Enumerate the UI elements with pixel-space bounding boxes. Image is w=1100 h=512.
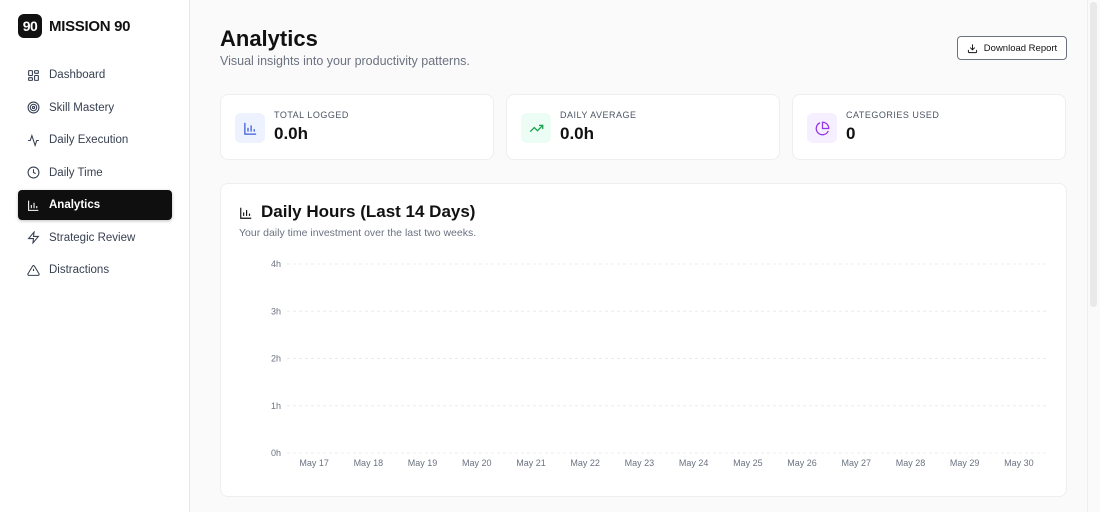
sidebar-item-label: Distractions	[49, 264, 110, 276]
sidebar-item-label: Daily Time	[49, 166, 103, 179]
x-tick-label: May 21	[516, 458, 546, 468]
y-tick-label: 4h	[271, 259, 281, 269]
sidebar-item-strategic-review[interactable]: Strategic Review	[18, 223, 172, 253]
y-tick-label: 0h	[271, 448, 281, 458]
stat-card-daily-average: DAILY AVERAGE 0.0h	[506, 94, 780, 160]
bar-chart-icon	[243, 122, 256, 135]
x-tick-label: May 28	[896, 458, 926, 468]
stat-icon-bg	[521, 113, 551, 143]
zap-icon	[27, 231, 40, 244]
daily-hours-chart: 0h 1h 2h 3h 4h May 17 May 18 May 19 May 20 May 21…	[271, 259, 1046, 468]
x-tick-label: May 25	[733, 458, 763, 468]
x-tick-label: May 17	[299, 458, 329, 468]
x-tick-label: May 27	[841, 458, 871, 468]
main-content: Analytics Visual insights into your prod…	[190, 0, 1087, 512]
brand-logo: 90	[18, 14, 42, 38]
chart-card-daily-hours: Daily Hours (Last 14 Days) Your daily ti…	[220, 183, 1067, 497]
grid-icon	[28, 69, 39, 81]
stat-card-total-logged: TOTAL LOGGED 0.0h	[220, 94, 494, 160]
x-tick-label: May 29	[950, 458, 980, 468]
stat-value: 0.0h	[274, 124, 309, 143]
brand[interactable]: 90 MISSION 90	[18, 14, 131, 38]
sidebar-item-label: Dashboard	[49, 69, 106, 81]
sidebar-item-label: Skill Mastery	[49, 101, 115, 114]
x-tick-label: May 18	[354, 458, 384, 468]
y-tick-label: 1h	[271, 401, 281, 411]
target-icon	[27, 101, 40, 114]
x-tick-label: May 24	[679, 458, 709, 468]
sidebar-item-dashboard[interactable]: Dashboard	[18, 60, 172, 90]
x-tick-label: May 30	[1004, 458, 1034, 468]
stat-label: CATEGORIES USED	[846, 110, 940, 120]
bar-chart-icon	[28, 200, 39, 211]
y-tick-label: 2h	[271, 354, 281, 364]
sidebar-item-daily-execution[interactable]: Daily Execution	[18, 125, 172, 155]
stat-value: 0	[846, 124, 856, 143]
page-title: Analytics	[220, 26, 318, 51]
sidebar-item-label: Daily Execution	[49, 134, 129, 146]
sidebar-item-skill-mastery[interactable]: Skill Mastery	[18, 93, 172, 123]
stat-label: TOTAL LOGGED	[274, 110, 349, 120]
download-report-button[interactable]: Download Report	[957, 36, 1067, 60]
x-tick-label: May 23	[625, 458, 655, 468]
y-tick-label: 3h	[271, 306, 281, 316]
trending-up-icon	[529, 124, 543, 132]
sidebar-nav: Dashboard Skill Mastery Daily Execution …	[18, 60, 172, 288]
scrollbar-thumb[interactable]	[1090, 2, 1097, 307]
brand-name: MISSION 90	[49, 17, 131, 35]
sidebar-item-daily-time[interactable]: Daily Time	[18, 158, 172, 188]
stat-icon-bg	[807, 113, 837, 143]
x-tick-label: May 26	[787, 458, 817, 468]
pie-chart-icon	[815, 121, 829, 135]
stat-label: DAILY AVERAGE	[560, 110, 637, 120]
stat-card-categories-used: CATEGORIES USED 0	[792, 94, 1066, 160]
page-subtitle: Visual insights into your productivity p…	[220, 54, 470, 68]
sidebar: 90 MISSION 90 Dashboard Skill Mastery Da…	[0, 0, 190, 512]
sidebar-item-label: Strategic Review	[49, 231, 136, 244]
scrollbar[interactable]	[1087, 0, 1100, 512]
clock-icon	[27, 166, 40, 179]
sidebar-item-analytics[interactable]: Analytics	[18, 190, 172, 220]
sidebar-item-label: Analytics	[49, 199, 101, 211]
stat-icon-bg	[235, 113, 265, 143]
x-tick-label: May 22	[570, 458, 600, 468]
download-report-label: Download Report	[983, 42, 1058, 54]
stat-value: 0.0h	[560, 124, 595, 143]
download-icon	[967, 43, 977, 53]
x-tick-label: May 20	[462, 458, 492, 468]
x-tick-label: May 19	[408, 458, 438, 468]
warning-icon	[27, 264, 40, 276]
activity-icon	[28, 133, 39, 147]
sidebar-item-distractions[interactable]: Distractions	[18, 255, 172, 285]
